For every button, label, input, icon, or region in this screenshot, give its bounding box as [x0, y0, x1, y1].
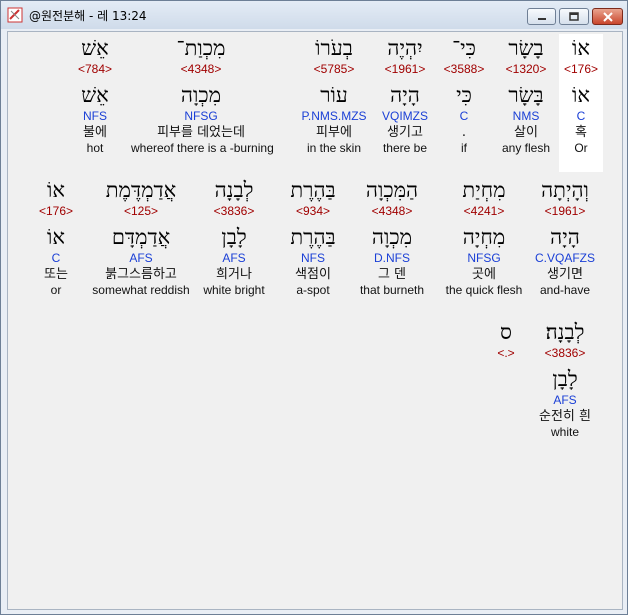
- korean-gloss: 불에: [83, 125, 107, 140]
- maximize-icon: [560, 9, 588, 24]
- maximize-button[interactable]: [559, 8, 589, 25]
- korean-gloss: [436, 408, 576, 425]
- morph-code: C: [51, 251, 61, 265]
- word-column[interactable]: ס <.>: [436, 318, 576, 440]
- word-column[interactable]: בְעֹרוֹ <5785> עוֹר P.NMS.MZS 피부에 in the skin: [264, 34, 404, 156]
- morph-code: [436, 393, 576, 408]
- hebrew-word[interactable]: בְעֹרוֹ: [264, 34, 404, 62]
- lemma-word: אוֹ: [47, 225, 65, 249]
- lemma-word: אֵשׁ: [81, 83, 109, 107]
- english-gloss: in the skin: [306, 141, 362, 155]
- app-window: @원전분해 - 레 13:24 אוֹ <176> אוֹ C 혹 Or בָשָׂר <13…: [0, 0, 628, 615]
- hebrew-word[interactable]: ס: [436, 318, 576, 346]
- close-button[interactable]: [592, 8, 623, 25]
- english-gloss: [436, 425, 576, 440]
- close-icon: [593, 9, 622, 24]
- strong-number[interactable]: <784>: [25, 62, 165, 77]
- word-column[interactable]: אוֹ <176> אוֹ C 또는 or: [0, 176, 126, 298]
- minimize-button[interactable]: [527, 8, 556, 25]
- korean-gloss: 또는: [44, 267, 68, 282]
- lemma-word: [436, 365, 576, 393]
- hebrew-word[interactable]: אוֹ: [0, 176, 126, 204]
- word-column[interactable]: אֵשׁ <784> אֵשׁ NFS 불에 hot: [25, 34, 165, 156]
- window-title: @원전분해 - 레 13:24: [29, 9, 147, 23]
- korean-gloss: 피부에: [316, 125, 352, 140]
- title-bar[interactable]: @원전분해 - 레 13:24: [1, 1, 627, 29]
- lemma-word: עוֹר: [320, 83, 348, 107]
- app-icon: [7, 7, 23, 23]
- strong-number[interactable]: <.>: [436, 346, 576, 361]
- morph-code: P.NMS.MZS: [301, 109, 367, 123]
- strong-number[interactable]: <5785>: [264, 62, 404, 77]
- english-gloss: hot: [86, 141, 104, 155]
- minimize-icon: [528, 9, 555, 24]
- interlinear-panel: אוֹ <176> אוֹ C 혹 Or בָשָׂר <1320> בָּשָׂר NMS 살이 a…: [7, 31, 623, 610]
- hebrew-word[interactable]: אֵשׁ: [25, 34, 165, 62]
- english-gloss: or: [50, 283, 62, 297]
- strong-number[interactable]: <176>: [0, 204, 126, 219]
- morph-code: NFS: [83, 109, 107, 123]
